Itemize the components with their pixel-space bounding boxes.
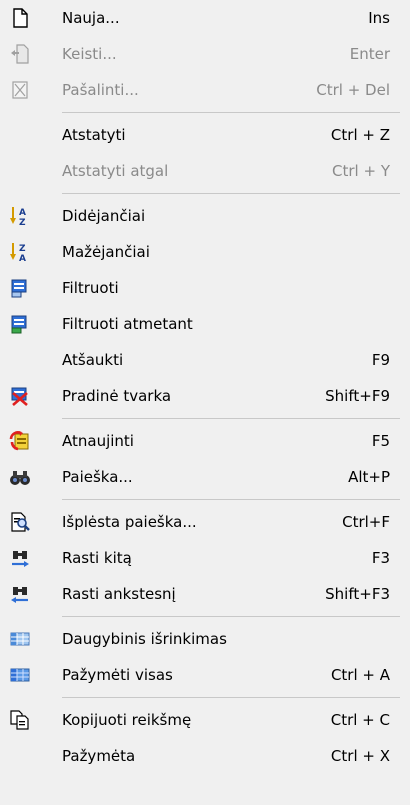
menu-item-label: Paieška...: [62, 468, 133, 486]
menu-item-shortcut: Ctrl + Del: [316, 81, 390, 99]
menu-item-label: Atstatyti atgal: [62, 162, 169, 180]
menu-item-delete[interactable]: Pašalinti... Ctrl + Del: [0, 72, 410, 108]
menu-separator: [0, 495, 410, 504]
svg-text:A: A: [19, 254, 26, 263]
menu-item-label: Daugybinis išrinkimas: [62, 630, 227, 648]
menu-item-label: Atnaujinti: [62, 432, 134, 450]
menu-item-filter[interactable]: Filtruoti: [0, 270, 410, 306]
menu-separator: [0, 189, 410, 198]
menu-item-find-previous[interactable]: Rasti ankstesnį Shift+F3: [0, 576, 410, 612]
menu-separator: [0, 108, 410, 117]
sort-ascending-icon: A Z: [10, 207, 26, 227]
menu-item-shortcut: Alt+P: [348, 468, 390, 486]
advanced-search-icon: [11, 512, 30, 532]
menu-item-sort-descending[interactable]: Z A Mažėjančiai: [0, 234, 410, 270]
menu-item-shortcut: Ins: [368, 9, 390, 27]
menu-item-shortcut: F5: [371, 432, 390, 450]
refresh-icon: [9, 431, 29, 451]
menu-item-shortcut: F3: [371, 549, 390, 567]
menu-item-shortcut: Ctrl + Z: [330, 126, 390, 144]
menu-item-shortcut: Ctrl + A: [330, 666, 390, 684]
menu-item-copy-value[interactable]: Kopijuoti reikšmę Ctrl + C: [0, 702, 410, 738]
select-all-icon: [10, 668, 30, 682]
menu-item-new[interactable]: Nauja... Ins: [0, 0, 410, 36]
menu-item-shortcut: Enter: [349, 45, 390, 63]
copy-icon: [10, 710, 29, 730]
menu-separator: [0, 414, 410, 423]
menu-item-shortcut: Shift+F9: [325, 387, 390, 405]
menu-item-refresh[interactable]: Atnaujinti F5: [0, 423, 410, 459]
svg-text:Z: Z: [19, 218, 26, 227]
menu-item-find-next[interactable]: Rasti kitą F3: [0, 540, 410, 576]
menu-item-label: Nauja...: [62, 9, 120, 27]
menu-item-cancel-filter[interactable]: Atšaukti F9: [0, 342, 410, 378]
find-next-icon: [12, 551, 29, 567]
sort-descending-icon: Z A: [10, 243, 26, 263]
menu-item-shortcut: Shift+F3: [325, 585, 390, 603]
reset-order-icon: [11, 387, 28, 406]
filter-icon: [11, 279, 27, 298]
menu-item-shortcut: Ctrl + C: [330, 711, 390, 729]
menu-item-edit[interactable]: Keisti... Enter: [0, 36, 410, 72]
menu-item-label: Pradinė tvarka: [62, 387, 172, 405]
context-menu: Nauja... Ins Keisti... Enter Pašalinti..…: [0, 0, 410, 805]
delete-document-icon: [12, 81, 28, 99]
menu-item-label: Rasti ankstesnį: [62, 585, 176, 603]
menu-item-reset-order[interactable]: Pradinė tvarka Shift+F9: [0, 378, 410, 414]
menu-item-label: Kopijuoti reikšmę: [62, 711, 192, 729]
menu-separator: [0, 693, 410, 702]
menu-item-label: Keisti...: [62, 45, 117, 63]
menu-item-undo[interactable]: Atstatyti Ctrl + Z: [0, 117, 410, 153]
menu-item-label: Išplėsta paieška...: [62, 513, 197, 531]
menu-item-label: Filtruoti: [62, 279, 119, 297]
menu-item-label: Atšaukti: [62, 351, 124, 369]
menu-item-shortcut: F9: [371, 351, 390, 369]
menu-item-shortcut: Ctrl+F: [342, 513, 390, 531]
svg-text:A: A: [19, 208, 26, 218]
menu-item-label: Pažymėta: [62, 747, 136, 765]
find-previous-icon: [11, 587, 28, 603]
filter-exclude-icon: [11, 315, 27, 334]
menu-separator: [0, 612, 410, 621]
menu-item-label: Rasti kitą: [62, 549, 132, 567]
multi-select-icon: [10, 632, 30, 646]
menu-item-redo[interactable]: Atstatyti atgal Ctrl + Y: [0, 153, 410, 189]
svg-text:Z: Z: [19, 244, 26, 254]
menu-item-search[interactable]: Paieška... Alt+P: [0, 459, 410, 495]
menu-item-advanced-search[interactable]: Išplėsta paieška... Ctrl+F: [0, 504, 410, 540]
menu-item-multi-select[interactable]: Daugybinis išrinkimas: [0, 621, 410, 657]
new-document-icon: [13, 8, 28, 28]
menu-item-label: Pažymėti visas: [62, 666, 173, 684]
menu-item-label: Pašalinti...: [62, 81, 139, 99]
binoculars-icon: [10, 471, 30, 485]
menu-item-filter-exclude[interactable]: Filtruoti atmetant: [0, 306, 410, 342]
menu-item-select-all[interactable]: Pažymėti visas Ctrl + A: [0, 657, 410, 693]
menu-item-marked[interactable]: Pažymėta Ctrl + X: [0, 738, 410, 774]
menu-item-label: Filtruoti atmetant: [62, 315, 193, 333]
edit-document-icon: [11, 44, 29, 64]
menu-item-label: Atstatyti: [62, 126, 126, 144]
menu-item-label: Mažėjančiai: [62, 243, 150, 261]
menu-item-label: Didėjančiai: [62, 207, 146, 225]
menu-item-shortcut: Ctrl + Y: [332, 162, 390, 180]
menu-item-sort-ascending[interactable]: A Z Didėjančiai: [0, 198, 410, 234]
menu-item-shortcut: Ctrl + X: [330, 747, 390, 765]
